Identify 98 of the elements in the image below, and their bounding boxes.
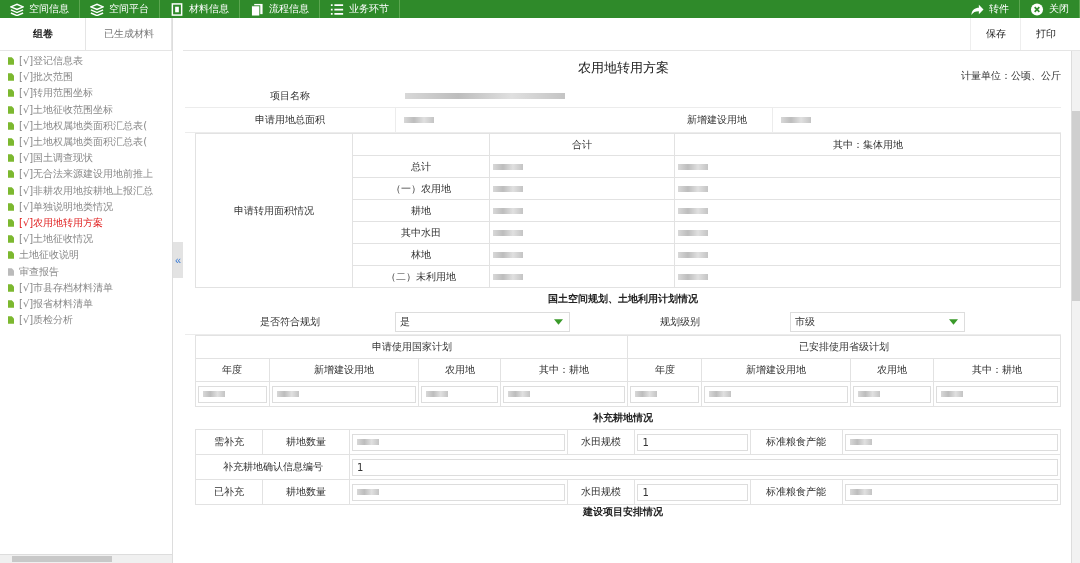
input-field[interactable] [704,385,849,403]
sidebar-item[interactable]: 土地征收说明 [0,247,172,264]
column-header: 新增建设用地 [269,358,419,382]
input-field[interactable]: 1 [637,433,748,451]
input-field[interactable] [352,483,566,501]
list-icon [330,2,344,16]
input-field[interactable] [352,433,566,451]
sidebar-item[interactable]: [√]市县存档材料清单 [0,279,172,296]
field-label: 申请用地总面积 [254,113,326,127]
column-header: 农用地 [850,358,934,382]
input-field[interactable] [198,385,267,403]
redacted-value [678,186,709,192]
sidebar-item[interactable]: [√]无合法来源建设用地前推上 [0,166,172,183]
redacted-value [678,230,709,236]
field-label: 是否符合规划 [259,315,321,329]
redacted-value [404,117,434,123]
sidebar-item[interactable]: [√]非耕农用地按耕地上报汇总 [0,182,172,199]
sidebar-item[interactable]: [√]土地权属地类面积汇总表( [0,133,172,151]
section-title: 建设项目安排情况 [581,505,664,519]
table-cell: 申请转用面积情况 [195,133,353,288]
sidebar-item[interactable]: [√]土地征收情况 [0,231,172,248]
field-label: 水田规模 [567,479,635,505]
row-label: 林地 [352,243,490,266]
column-header: 年度 [627,358,702,382]
row-label: （二）未利用地 [352,265,490,288]
redacted-value [493,230,523,236]
dropdown[interactable]: 是 [395,312,570,332]
sidebar-item[interactable]: [√]土地征收范围坐标 [0,101,172,118]
field-label: 耕地数量 [262,479,350,505]
field-label: 项目名称 [269,89,311,103]
redacted-value [678,208,709,214]
field-label: 标准粮食产能 [750,479,842,505]
input-field[interactable] [853,385,931,403]
row-label: （一）农用地 [352,177,490,200]
redacted-value [781,117,811,123]
redacted-value [493,274,523,280]
row-label: 其中水田 [352,221,490,244]
input-field[interactable] [844,433,1058,451]
group-header: 已安排使用省级计划 [627,335,1061,359]
row-label: 需补充 [195,429,263,455]
column-header: 新增建设用地 [701,358,851,382]
layers-icon [10,2,24,16]
sidebar-item[interactable]: [√]转用范围坐标 [0,85,172,102]
column-header: 其中：耕地 [500,358,628,382]
column-header: 农用地 [418,358,501,382]
field-label: 规划级别 [659,315,701,329]
horizontal-scrollbar[interactable] [0,554,172,563]
section-title: 补充耕地情况 [592,411,654,425]
row-label: 耕地 [352,199,490,222]
redacted-value [493,208,523,214]
redacted-value [678,274,709,280]
sidebar-item[interactable]: [√]国土调查现状 [0,150,172,167]
sidebar-item[interactable]: [√]批次范围 [0,69,172,86]
section-title: 国土空间规划、土地利用计划情况 [547,292,699,306]
toolbar-button[interactable]: 流程信息 [240,0,320,18]
caret-icon [949,319,958,325]
input-field[interactable] [630,385,700,403]
input-field[interactable] [935,385,1058,403]
input-field[interactable] [420,385,499,403]
sidebar-item[interactable]: [√]登记信息表 [0,53,172,70]
redacted-value [493,164,523,170]
field-label: 新增建设用地 [686,113,748,127]
field-label: 耕地数量 [262,429,350,455]
input-field[interactable]: 1 [637,483,748,501]
row-label: 已补充 [195,479,263,505]
sidebar-item[interactable]: [√]质检分析 [0,312,172,329]
layers-icon [90,2,104,16]
redacted-value [678,164,709,170]
field-label: 标准粮食产能 [750,429,842,455]
column-header: 年度 [195,358,270,382]
collapse-button[interactable]: « [173,242,183,278]
redacted-value [678,252,709,258]
unit-label: 计量单位：公顷、公斤 [961,69,1061,83]
input-field[interactable] [503,385,626,403]
field-label: 补充耕地确认信息编号 [195,454,350,480]
input-field[interactable] [844,483,1058,501]
column-header: 合计 [489,133,675,156]
row-label: 总计 [352,155,490,178]
dropdown[interactable]: 市级 [790,312,965,332]
column-header: 其中：耕地 [933,358,1061,382]
vertical-scrollbar[interactable] [1071,51,1080,563]
form-title: 农用地转用方案 [577,59,669,77]
sidebar-item[interactable]: [√]单独说明地类情况 [0,198,172,215]
caret-icon [554,319,563,325]
sidebar-item[interactable]: [√]报省材料清单 [0,295,172,312]
toolbar-button[interactable]: 业务环节 [320,0,400,18]
sidebar-item[interactable]: [√]土地权属地类面积汇总表( [0,117,172,134]
input-field[interactable]: 1 [352,458,1058,476]
group-header: 申请使用国家计划 [195,335,628,359]
input-field[interactable] [271,385,416,403]
column-header: 其中：集体用地 [674,133,1061,156]
forward-arrow-icon [970,2,984,16]
document-icon [170,2,184,16]
sidebar-item[interactable]: 审查报告 [0,263,172,280]
redacted-value [493,252,523,258]
redacted-value [493,186,523,192]
field-label: 水田规模 [567,429,635,455]
sidebar-item[interactable]: [√]农用地转用方案 [0,214,172,232]
